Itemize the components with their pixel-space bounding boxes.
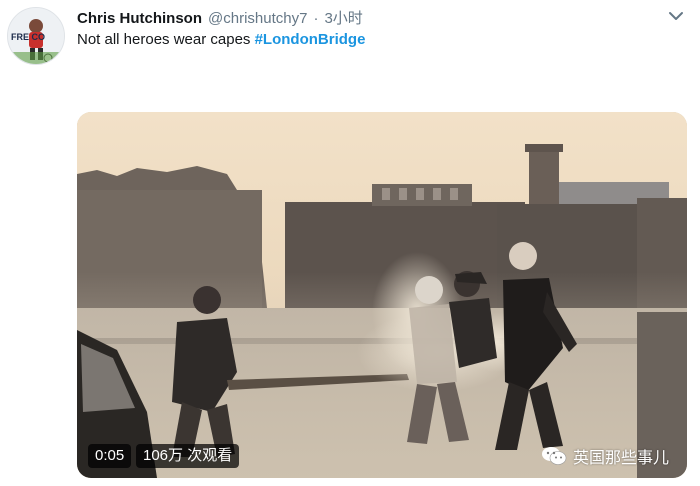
view-count: 106万 次观看 — [136, 444, 240, 468]
video-duration: 0:05 — [88, 444, 132, 468]
watermark-text: 英国那些事儿 — [573, 450, 670, 467]
tweet-body: Not all heroes wear capes — [77, 31, 255, 48]
display-name[interactable]: Chris Hutchinson — [77, 10, 202, 27]
avatar-image: FRE CO — [8, 8, 64, 64]
avatar[interactable]: FRE CO — [7, 7, 65, 65]
watermark: 英国那些事儿 — [541, 444, 669, 468]
wechat-icon — [542, 447, 567, 465]
separator-dot: · — [313, 10, 319, 27]
hashtag-link[interactable]: #LondonBridge — [255, 31, 366, 48]
chevron-down-icon[interactable] — [668, 10, 684, 22]
timestamp[interactable]: 3小时 — [324, 7, 362, 28]
tweet: FRE CO Chris Hutchinson @chrishutchy7 · … — [0, 0, 700, 486]
tweet-header: Chris Hutchinson @chrishutchy7 · 3小时 — [77, 7, 363, 28]
avatar-text: FRE CO — [11, 32, 45, 42]
tweet-text: Not all heroes wear capes #LondonBridge — [77, 31, 365, 48]
user-handle[interactable]: @chrishutchy7 — [208, 10, 307, 27]
video-player[interactable] — [77, 112, 687, 478]
video-frame — [77, 112, 687, 478]
